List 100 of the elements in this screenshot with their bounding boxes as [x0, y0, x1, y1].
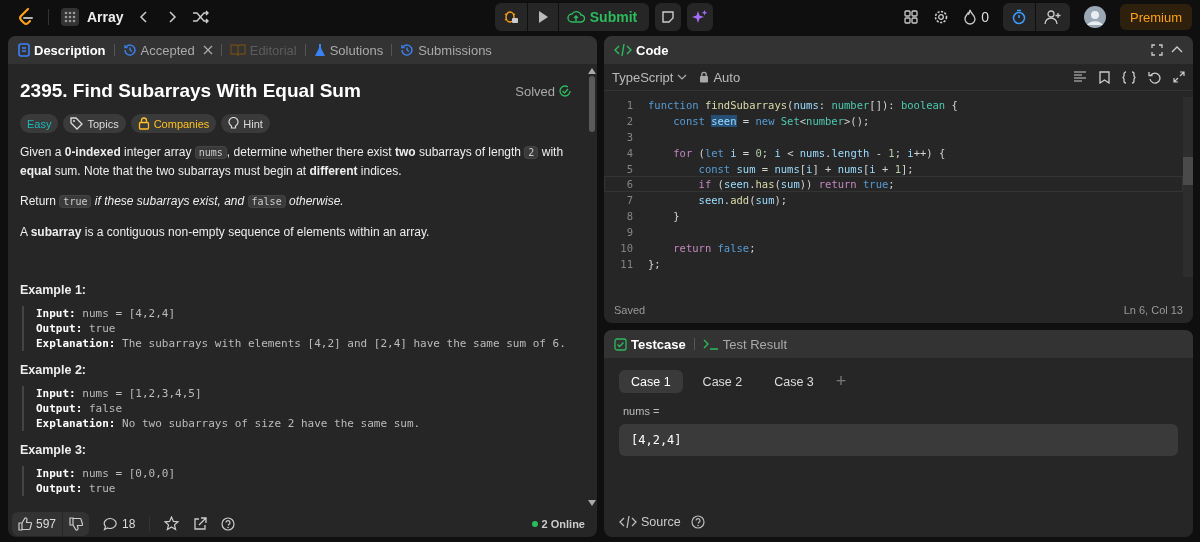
code-line: seen.add(sum); — [697, 194, 788, 207]
description-paragraph: Return true if these subarrays exist, and false otherwise. — [20, 193, 345, 210]
line-number: 11 — [619, 257, 633, 270]
help-icon[interactable] — [221, 516, 236, 531]
shuffle-icon[interactable] — [191, 9, 210, 25]
code-line: if (seen.has(sum)) return true; — [697, 178, 895, 191]
example-line: Input: nums = [1,2,3,4,5] — [36, 386, 203, 401]
panel-tab[interactable]: Test Result — [702, 336, 787, 352]
line-number: 5 — [625, 162, 633, 175]
example-heading: Example 2: — [20, 363, 87, 377]
share-icon[interactable] — [193, 516, 208, 531]
fullscreen-icon[interactable] — [1151, 44, 1163, 56]
check-circle-icon — [559, 85, 571, 97]
case-tab[interactable]: Case 1 — [619, 370, 683, 393]
add-user-icon — [1044, 9, 1062, 25]
lightbulb-icon — [228, 117, 240, 130]
run-button[interactable] — [527, 3, 558, 31]
example-line: Input: nums = [4,2,4] — [36, 306, 177, 321]
scrollbar[interactable] — [1183, 97, 1193, 277]
flame-icon — [963, 9, 978, 25]
panel-tab[interactable]: Testcase — [614, 336, 686, 352]
example-line: Explanation: The subarrays with elements [4,2] and [2,4] have the same sum of 6. — [36, 336, 567, 351]
star-icon[interactable] — [164, 516, 180, 531]
tag-chip[interactable]: Hint — [221, 114, 270, 133]
debug-button[interactable] — [494, 3, 527, 31]
reset-icon[interactable] — [1148, 70, 1161, 84]
cursor-position: Ln 6, Col 13 — [1123, 304, 1183, 316]
code-line: const sum = nums[i] + nums[i + 1]; — [697, 162, 914, 175]
panel-tab[interactable]: Solutions — [313, 42, 384, 58]
like-button[interactable]: 597 — [12, 511, 63, 536]
tag-chip[interactable]: Companies — [130, 114, 217, 133]
code-icon — [614, 43, 632, 57]
layout-icon[interactable] — [903, 9, 920, 25]
bookmark-icon[interactable] — [1099, 70, 1110, 84]
panel-tab[interactable]: Submissions — [400, 42, 492, 58]
example-line: Output: true — [36, 321, 117, 336]
line-number: 7 — [625, 194, 633, 207]
timer-button[interactable] — [1003, 3, 1035, 31]
format-icon[interactable] — [1073, 71, 1087, 83]
code-icon — [619, 515, 637, 529]
scroll-down-icon[interactable] — [588, 500, 596, 506]
cloud-upload-icon — [566, 10, 585, 24]
dislike-button[interactable] — [63, 511, 90, 536]
chevron-down-icon — [677, 73, 688, 81]
line-number: 10 — [619, 241, 633, 254]
input-field[interactable]: [4,2,4] — [619, 424, 1178, 456]
comments-button[interactable]: 18 — [103, 516, 136, 531]
example-heading: Example 1: — [20, 283, 87, 297]
tag-chip[interactable]: Topics — [63, 114, 126, 133]
online-count: 2 Online — [541, 517, 585, 530]
checkbox-icon — [614, 337, 627, 351]
online-dot-icon — [531, 520, 538, 527]
example-line: Explanation: No two subarrays of size 2 have the same sum. — [36, 416, 422, 431]
case-tab[interactable]: Case 2 — [690, 370, 755, 393]
line-number: 3 — [625, 130, 633, 143]
avatar[interactable] — [1084, 6, 1106, 28]
premium-button[interactable]: Premium — [1120, 4, 1192, 30]
expand-icon[interactable] — [1173, 71, 1185, 83]
note-button[interactable] — [655, 3, 682, 31]
add-user-button[interactable] — [1036, 3, 1070, 31]
code-line: for (let i = 0; i < nums.length - 1; i++) { — [672, 146, 946, 159]
example-line: Output: true — [36, 481, 117, 496]
line-number: 8 — [625, 210, 633, 223]
sparkle-button[interactable] — [687, 3, 714, 31]
example-heading: Example 3: — [20, 443, 87, 457]
settings-icon[interactable] — [933, 9, 950, 25]
streak-button[interactable]: 0 — [963, 9, 989, 25]
code-line: function findSubarrays(nums: number[]): boolean { — [648, 98, 958, 111]
scroll-up-icon[interactable] — [588, 68, 596, 74]
help-icon[interactable] — [690, 515, 705, 529]
close-icon[interactable] — [202, 45, 213, 55]
source-button[interactable]: Source — [619, 515, 681, 529]
flask-icon — [313, 43, 326, 57]
line-number: 9 — [625, 226, 633, 239]
problem-list-button[interactable]: Array — [61, 8, 124, 26]
line-number: 6 — [625, 178, 633, 191]
panel-tab[interactable]: Accepted — [122, 42, 213, 58]
document-icon — [18, 43, 30, 57]
case-tab[interactable]: Case 3 — [762, 370, 826, 393]
panel-tab[interactable]: Description — [18, 42, 106, 58]
description-paragraph: Given a 0-indexed integer array nums , determine whether there exist two subarrays of length 2 with equal sum. Note that the two subarrays must begin at different indices. — [20, 144, 565, 180]
comment-icon — [103, 516, 119, 531]
save-status: Saved — [614, 304, 646, 316]
example-line: Output: false — [36, 401, 124, 416]
book-icon — [229, 43, 246, 57]
tag-chip[interactable]: Easy — [20, 114, 59, 133]
language-dropdown[interactable]: TypeScript — [612, 69, 688, 85]
code-line: }; — [648, 257, 661, 270]
solved-status: Solved — [515, 83, 571, 99]
auto-mode-button[interactable]: Auto — [699, 69, 741, 85]
panel-title: Code — [636, 42, 669, 58]
logo-icon[interactable] — [16, 7, 36, 27]
line-number: 4 — [625, 146, 633, 159]
description-paragraph: A subarray is a contiguous non-empty sequence of elements within an array. — [20, 224, 431, 241]
code-line: const seen = new Set<number>(); — [672, 114, 870, 127]
braces-icon[interactable] — [1122, 70, 1136, 84]
code-line: return false; — [672, 241, 756, 254]
submit-button[interactable]: Submit — [558, 3, 650, 31]
lock-icon — [137, 117, 150, 130]
history-icon — [122, 43, 137, 57]
